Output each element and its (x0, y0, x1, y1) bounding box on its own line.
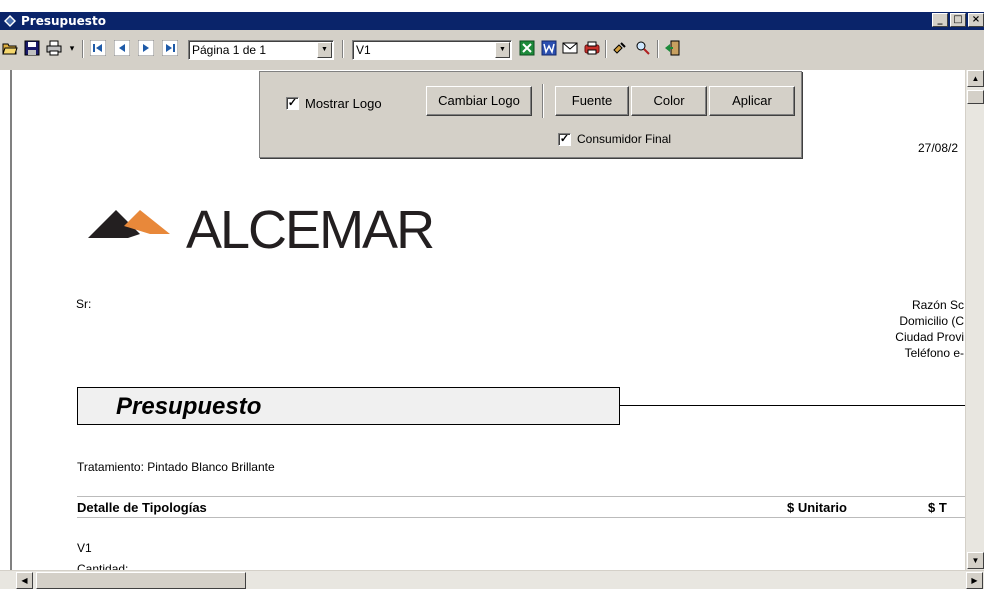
app-icon (4, 15, 16, 27)
total-header: $ T (928, 500, 947, 515)
word-icon[interactable] (541, 40, 557, 56)
recipient-label: Sr: (76, 297, 92, 311)
company-block: Razón Sc Domicilio (C Ciudad Provi Teléf… (760, 297, 965, 367)
window-title: Presupuesto (21, 14, 106, 28)
print-icon[interactable] (46, 40, 62, 56)
chevron-down-icon[interactable]: ▼ (317, 42, 332, 58)
logo-text: ALCEMAR (186, 200, 433, 258)
item-name: V1 (77, 541, 92, 555)
document-title-box: Presupuesto (77, 387, 620, 425)
view-combo[interactable]: V1 ▼ (352, 40, 512, 60)
print-dropdown-icon[interactable]: ▾ (64, 40, 80, 56)
show-logo-checkbox[interactable]: ✓ Mostrar Logo (286, 96, 382, 111)
printer-color-icon[interactable] (584, 40, 600, 56)
item-subtext: Cantidad: (77, 563, 129, 570)
prev-page-icon[interactable] (114, 40, 130, 56)
open-folder-icon[interactable] (2, 40, 18, 56)
scroll-left-icon[interactable]: ◀ (16, 572, 33, 589)
company-address: Domicilio (C (899, 314, 964, 328)
color-button[interactable]: Color (631, 86, 707, 116)
show-logo-label: Mostrar Logo (305, 96, 382, 111)
check-icon[interactable]: ✓ (286, 97, 299, 110)
first-page-icon[interactable] (90, 40, 106, 56)
horizontal-scrollbar[interactable]: ◀ ▶ (0, 570, 984, 589)
check-icon[interactable]: ✓ (558, 132, 571, 146)
change-logo-button[interactable]: Cambiar Logo (426, 86, 532, 116)
excel-icon[interactable] (519, 40, 535, 56)
chevron-down-icon[interactable]: ▼ (495, 42, 510, 58)
vertical-scroll-thumb[interactable] (967, 90, 984, 104)
page-combo[interactable]: Página 1 de 1 ▼ (188, 40, 334, 60)
window-titlebar[interactable]: Presupuesto _ □ × (0, 12, 984, 30)
save-icon[interactable] (24, 40, 40, 56)
scroll-up-icon[interactable]: ▲ (967, 70, 984, 87)
company-name: Razón Sc (911, 298, 964, 312)
company-phone: Teléfono e- (904, 346, 964, 360)
next-page-icon[interactable] (138, 40, 154, 56)
scroll-right-icon[interactable]: ▶ (966, 572, 983, 589)
toolbar: ▾ Página 1 de 1 ▼ V1 ▼ (0, 30, 984, 70)
email-icon[interactable] (562, 40, 578, 56)
page-combo-value: Página 1 de 1 (192, 43, 267, 57)
vertical-scrollbar[interactable]: ▲ ▼ (965, 70, 984, 570)
exit-icon[interactable] (664, 40, 680, 56)
apply-button[interactable]: Aplicar (709, 86, 795, 116)
detail-header-row: Detalle de Tipologías $ Unitario $ T (77, 496, 965, 518)
horizontal-scroll-thumb[interactable] (36, 572, 246, 589)
close-button[interactable]: × (968, 13, 984, 27)
scroll-down-icon[interactable]: ▼ (967, 552, 984, 569)
find-icon[interactable] (635, 40, 651, 56)
document-date: 27/08/2 (918, 141, 959, 155)
minimize-button[interactable]: _ (932, 13, 948, 27)
treatment-text: Tratamiento: Pintado Blanco Brillante (77, 460, 275, 474)
document-title: Presupuesto (116, 393, 262, 420)
detail-header: Detalle de Tipologías (77, 500, 207, 515)
title-rule (620, 405, 965, 406)
final-consumer-checkbox[interactable]: ✓ Consumidor Final (558, 132, 671, 146)
last-page-icon[interactable] (162, 40, 178, 56)
final-consumer-label: Consumidor Final (577, 132, 672, 146)
maximize-button[interactable]: □ (950, 13, 966, 27)
alcemar-logo: ALCEMAR (88, 200, 435, 258)
company-city: Ciudad Provi (895, 330, 964, 344)
unit-price-header: $ Unitario (787, 500, 847, 515)
view-combo-value: V1 (356, 43, 371, 57)
font-button[interactable]: Fuente (555, 86, 629, 116)
tools-icon[interactable] (612, 40, 628, 56)
options-panel: ✓ Mostrar Logo Cambiar Logo Fuente Color… (259, 71, 802, 158)
